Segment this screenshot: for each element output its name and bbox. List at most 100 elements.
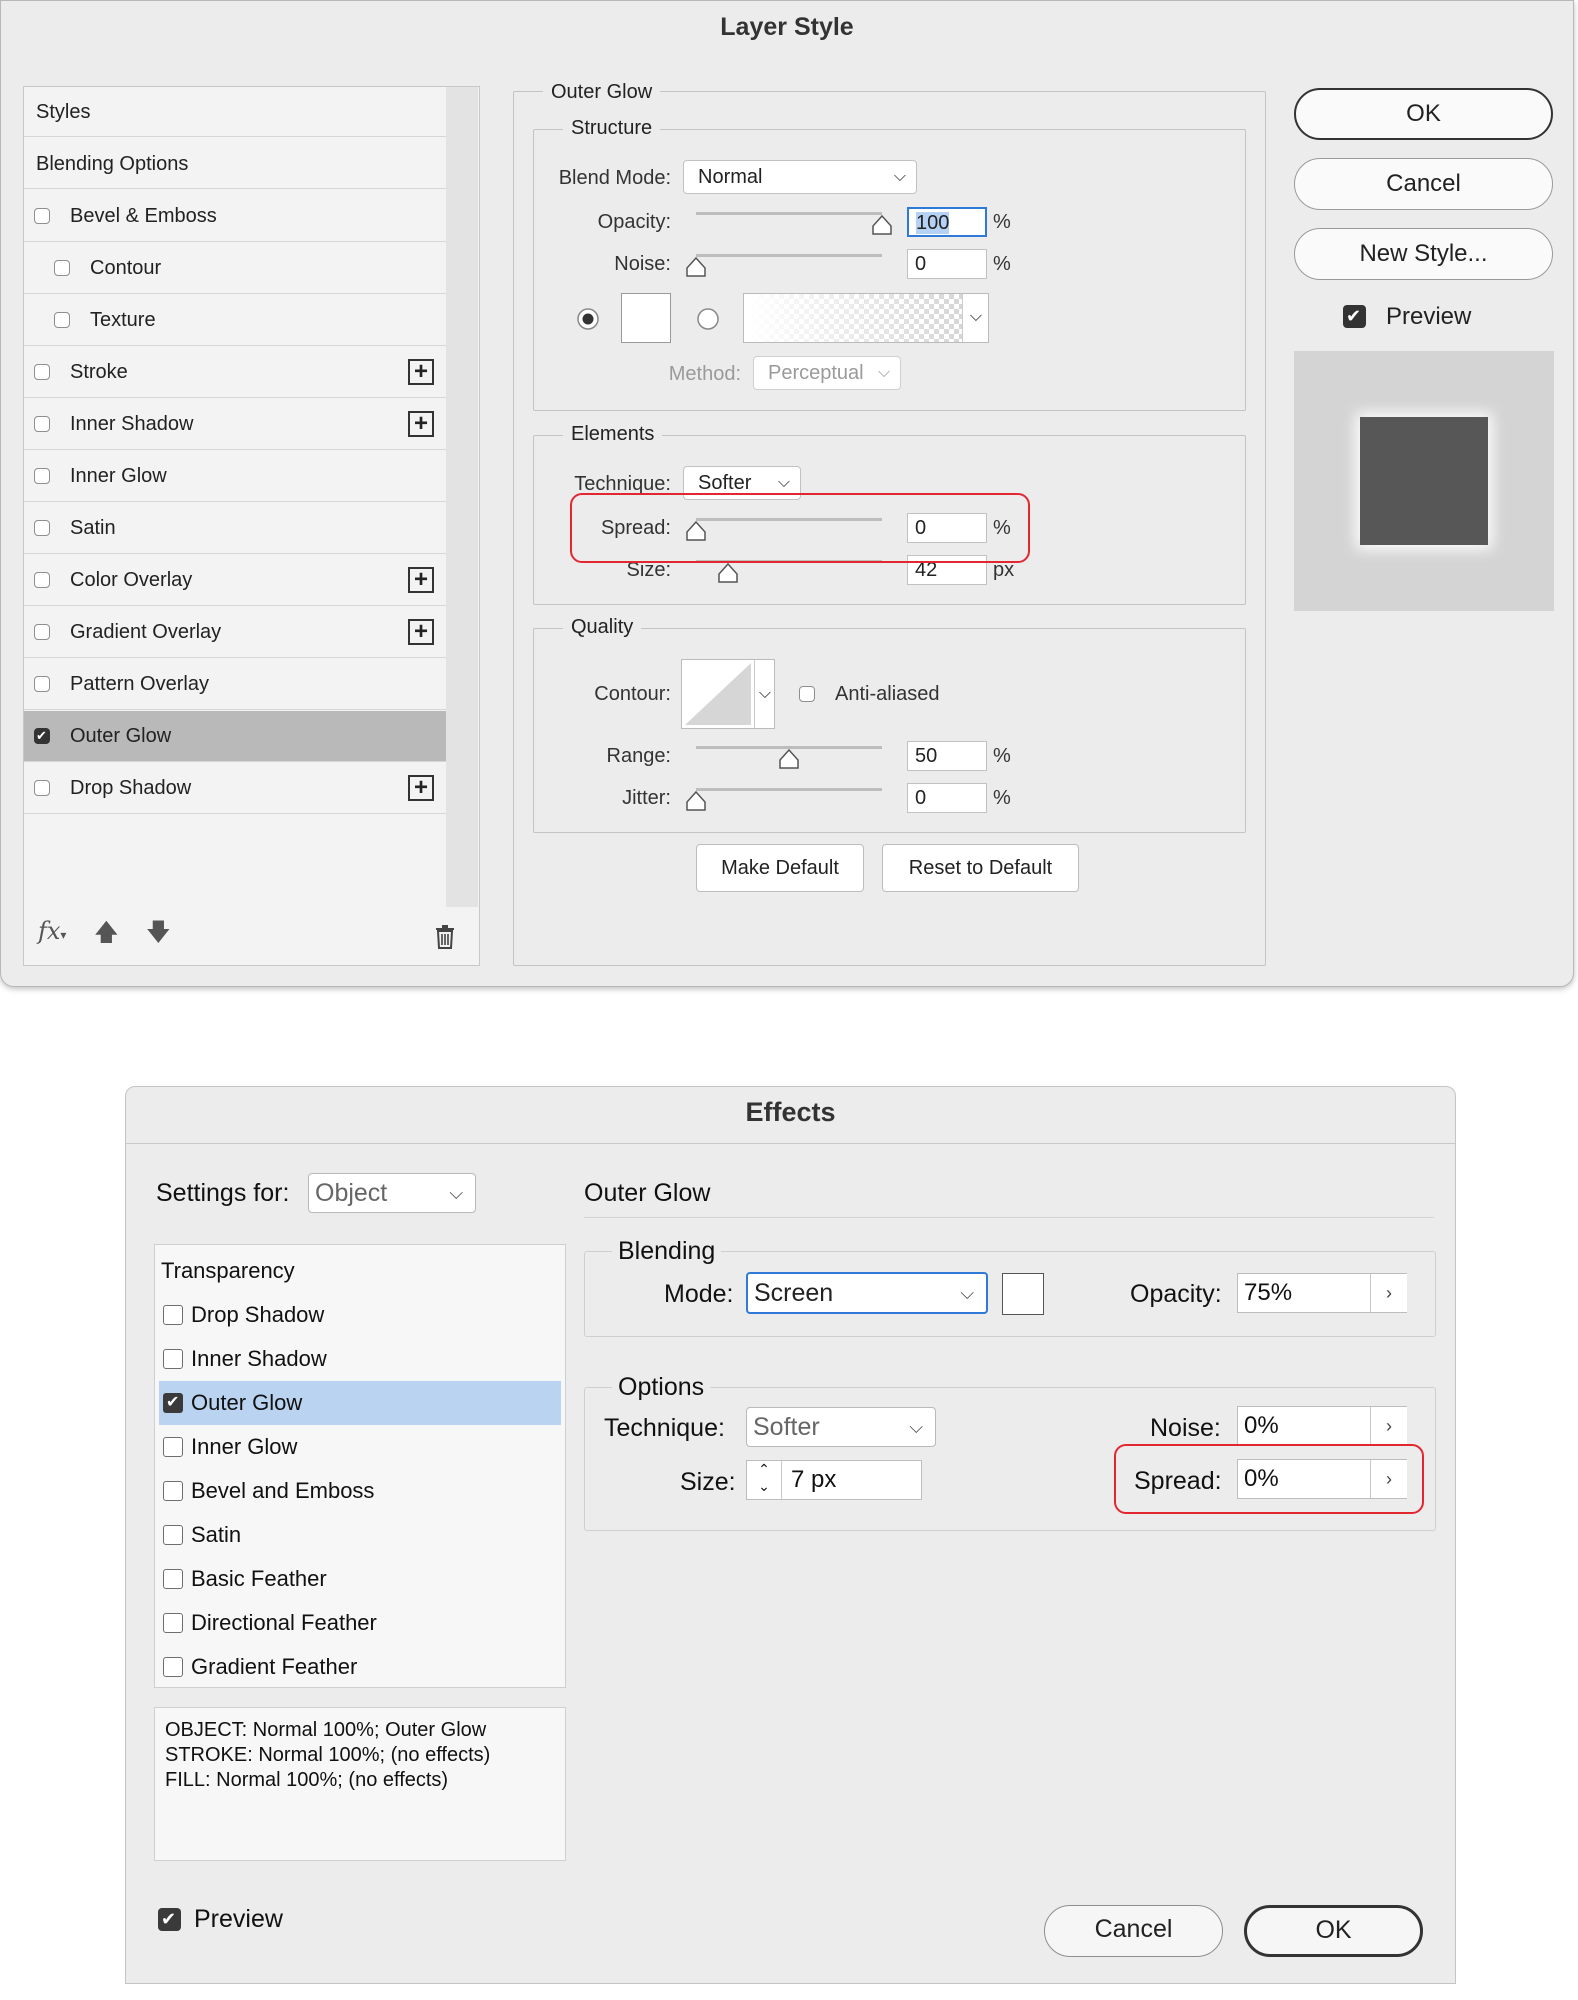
effect-checkbox[interactable] [163, 1613, 183, 1633]
jitter-unit: % [993, 787, 1011, 809]
preview-checkbox[interactable]: ✔ [158, 1908, 181, 1931]
styles-item-drop-shadow[interactable]: Drop Shadow + [24, 763, 446, 814]
styles-item-stroke[interactable]: Stroke + [24, 347, 446, 398]
add-instance-plus-icon[interactable]: + [408, 775, 434, 801]
style-checkbox[interactable] [34, 364, 50, 380]
range-slider-thumb[interactable] [778, 748, 800, 770]
method-label: Method: [668, 363, 741, 385]
glow-color-swatch[interactable] [621, 293, 671, 343]
gradient-picker[interactable]: ⌵ [743, 293, 989, 343]
chevron-right-icon[interactable]: › [1370, 1274, 1407, 1312]
contour-picker[interactable]: ⌵ [681, 659, 775, 729]
add-instance-plus-icon[interactable]: + [408, 567, 434, 593]
style-checkbox[interactable] [34, 780, 50, 796]
effect-checkbox[interactable] [163, 1657, 183, 1677]
effects-item-outer-glow[interactable]: Outer Glow [159, 1381, 561, 1425]
cancel-button[interactable]: Cancel [1294, 158, 1553, 210]
outer-glow-title: Outer Glow [543, 81, 661, 104]
anti-aliased-checkbox[interactable] [799, 686, 815, 702]
effect-checkbox[interactable] [163, 1349, 183, 1369]
reset-to-default-button[interactable]: Reset to Default [882, 844, 1079, 892]
color-radio-selected[interactable] [576, 307, 600, 331]
ok-button[interactable]: OK [1244, 1905, 1423, 1957]
style-checkbox[interactable] [34, 520, 50, 536]
jitter-slider-thumb[interactable] [685, 790, 707, 812]
settings-for-label: Settings for: [156, 1179, 290, 1207]
styles-item-satin[interactable]: Satin [24, 503, 446, 554]
add-instance-plus-icon[interactable]: + [408, 619, 434, 645]
style-checkbox[interactable] [34, 416, 50, 432]
range-input[interactable]: 50 [907, 741, 987, 771]
move-down-icon[interactable]: 🡇 [146, 915, 171, 956]
glow-color-swatch[interactable] [1002, 1273, 1044, 1315]
jitter-slider-track[interactable] [696, 788, 882, 791]
effects-item-inner-shadow[interactable]: Inner Shadow [159, 1337, 561, 1381]
style-checkbox[interactable] [34, 208, 50, 224]
new-style-button[interactable]: New Style... [1294, 228, 1553, 280]
style-checkbox[interactable] [34, 727, 50, 745]
move-up-icon[interactable]: 🡅 [94, 915, 119, 956]
style-checkbox[interactable] [34, 572, 50, 588]
size-stepper[interactable]: ⌃ ⌄ [747, 1461, 782, 1499]
effect-checkbox[interactable] [163, 1569, 183, 1589]
styles-item-inner-glow[interactable]: Inner Glow [24, 451, 446, 502]
effect-checkbox[interactable] [163, 1305, 183, 1325]
opacity-slider-thumb[interactable] [871, 214, 893, 236]
style-checkbox[interactable] [34, 676, 50, 692]
styles-item-gradient-overlay[interactable]: Gradient Overlay + [24, 607, 446, 658]
styles-item-contour[interactable]: Contour [24, 243, 446, 294]
style-checkbox[interactable] [34, 624, 50, 640]
style-checkbox[interactable] [54, 312, 70, 328]
layer-style-dialog: Layer Style Styles Blending Options Beve… [0, 0, 1574, 987]
noise-slider-track[interactable] [696, 254, 882, 257]
gradient-radio[interactable] [696, 307, 720, 331]
effects-list: Transparency Drop Shadow Inner Shadow Outer… [154, 1244, 566, 1688]
effects-item-inner-glow[interactable]: Inner Glow [159, 1425, 561, 1469]
styles-list-scrollbar[interactable] [446, 87, 478, 907]
checkmark-icon: ✔ [1346, 306, 1362, 326]
effects-item-directional-feather[interactable]: Directional Feather [159, 1601, 561, 1645]
opacity-input[interactable]: 100 [907, 207, 987, 237]
chevron-right-icon[interactable]: › [1370, 1407, 1407, 1445]
effects-item-satin[interactable]: Satin [159, 1513, 561, 1557]
add-instance-plus-icon[interactable]: + [408, 359, 434, 385]
noise-input[interactable]: 0% › [1237, 1406, 1407, 1446]
effects-item-basic-feather[interactable]: Basic Feather [159, 1557, 561, 1601]
styles-item-blending-options[interactable]: Blending Options [24, 139, 446, 189]
size-input[interactable]: ⌃ ⌄ 7 px [746, 1460, 922, 1500]
make-default-button[interactable]: Make Default [696, 844, 864, 892]
effect-checkbox[interactable] [163, 1481, 183, 1501]
fx-menu-icon[interactable]: fx▾ [38, 917, 66, 945]
noise-slider-thumb[interactable] [685, 256, 707, 278]
add-instance-plus-icon[interactable]: + [408, 411, 434, 437]
trash-icon[interactable] [434, 925, 456, 949]
styles-item-bevel-emboss[interactable]: Bevel & Emboss [24, 191, 446, 242]
jitter-input[interactable]: 0 [907, 783, 987, 813]
effect-checkbox[interactable] [163, 1437, 183, 1457]
blend-mode-select[interactable]: Normal ⌵ [683, 160, 917, 194]
effect-checkbox[interactable] [163, 1392, 183, 1414]
styles-item-pattern-overlay[interactable]: Pattern Overlay [24, 659, 446, 710]
styles-item-inner-shadow[interactable]: Inner Shadow + [24, 399, 446, 450]
effects-item-bevel-and-emboss[interactable]: Bevel and Emboss [159, 1469, 561, 1513]
mode-select[interactable]: Screen ⌵ [746, 1272, 988, 1314]
effects-item-drop-shadow[interactable]: Drop Shadow [159, 1293, 561, 1337]
style-checkbox[interactable] [34, 468, 50, 484]
style-checkbox[interactable] [54, 260, 70, 276]
effects-item-gradient-feather[interactable]: Gradient Feather [159, 1645, 561, 1689]
preview-checkbox[interactable]: ✔ [1343, 305, 1366, 328]
styles-item-color-overlay[interactable]: Color Overlay + [24, 555, 446, 606]
effect-checkbox[interactable] [163, 1525, 183, 1545]
noise-input[interactable]: 0 [907, 249, 987, 279]
styles-item-styles[interactable]: Styles [24, 87, 446, 137]
method-select[interactable]: Perceptual ⌵ [753, 356, 901, 390]
technique-select[interactable]: Softer ⌵ [746, 1407, 936, 1447]
ok-button[interactable]: OK [1294, 88, 1553, 140]
settings-for-select[interactable]: Object ⌵ [308, 1173, 476, 1213]
styles-item-outer-glow[interactable]: Outer Glow [24, 711, 446, 762]
styles-item-texture[interactable]: Texture [24, 295, 446, 346]
cancel-button[interactable]: Cancel [1044, 1905, 1223, 1957]
size-slider-thumb[interactable] [717, 562, 739, 584]
opacity-slider-track[interactable] [696, 212, 882, 215]
opacity-input[interactable]: 75% › [1237, 1273, 1407, 1313]
